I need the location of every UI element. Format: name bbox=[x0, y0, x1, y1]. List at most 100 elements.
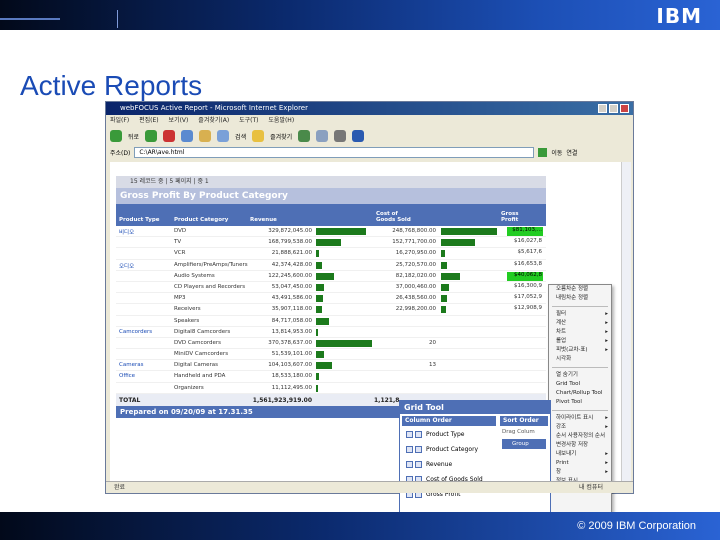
cogs-bar bbox=[441, 306, 447, 314]
group-item[interactable]: Group bbox=[502, 439, 546, 449]
menu-file[interactable]: 파일(F) bbox=[110, 117, 129, 124]
history-icon[interactable] bbox=[298, 130, 311, 142]
links-label[interactable]: 연결 bbox=[566, 148, 577, 157]
report-rows: 비디오 DVD 329,872,045.00 248,768,800.00 $81,10… bbox=[116, 226, 546, 394]
favorites-icon[interactable] bbox=[252, 130, 265, 142]
address-input[interactable]: C:\AR\ave.html bbox=[134, 146, 535, 158]
table-row[interactable]: 오디오 Amplifiers/PreAmps/Tuners 42,374,428.0… bbox=[116, 260, 546, 271]
go-icon[interactable] bbox=[538, 147, 548, 157]
context-menu-item[interactable]: Print bbox=[549, 459, 611, 468]
table-row[interactable]: MP3 43,491,586.00 26,438,560.00 $17,052,9 bbox=[116, 293, 546, 305]
table-row[interactable]: MiniDV Camcorders 51,539,101.00 bbox=[116, 349, 546, 361]
context-menu-item[interactable]: 창 bbox=[549, 468, 611, 477]
context-menu-item[interactable]: 열 숨기기 bbox=[549, 371, 611, 380]
forward-icon[interactable] bbox=[145, 130, 158, 142]
vertical-scrollbar[interactable] bbox=[621, 162, 631, 482]
browser-menu-bar: 파일(F) 편집(E) 보기(V) 즐겨찾기(A) 도구(T) 도움말(H) bbox=[106, 115, 633, 127]
go-button[interactable]: 이동 bbox=[551, 148, 562, 157]
revenue-cell: 13,814,953.00 bbox=[271, 328, 312, 335]
context-menu-item[interactable]: 순서 사용자정의 순서 bbox=[549, 432, 611, 441]
context-menu-item[interactable]: 내보내기 bbox=[549, 450, 611, 459]
table-row[interactable]: Organizers 11,112,495.00 bbox=[116, 383, 546, 394]
search-icon[interactable] bbox=[217, 130, 230, 142]
table-row[interactable]: DVD Camcorders 370,378,637.00 20 bbox=[116, 338, 546, 350]
cogs-cell: 16,270,950.00 bbox=[395, 250, 436, 257]
status-text: 완료 bbox=[114, 484, 126, 491]
browser-title-bar: webFOCUS Active Report - Microsoft Inter… bbox=[106, 102, 633, 115]
menu-tools[interactable]: 도구(T) bbox=[239, 117, 258, 124]
context-menu-item[interactable]: 강조 bbox=[549, 423, 611, 432]
gross-profit-cell: $16,027,8 bbox=[514, 238, 542, 245]
table-row[interactable]: Receivers 35,907,118.00 22,998,200.00 $12,9… bbox=[116, 304, 546, 316]
revenue-cell: 43,491,586.00 bbox=[271, 295, 312, 302]
product-category-cell: MiniDV Camcorders bbox=[174, 351, 229, 358]
gross-profit-cell bbox=[507, 384, 543, 393]
context-menu-item[interactable]: 피벗(교차-표) bbox=[549, 346, 611, 355]
table-row[interactable]: Cameras Digital Cameras 104,103,607.00 13 bbox=[116, 360, 546, 372]
column-header-revenue[interactable]: Revenue bbox=[250, 217, 277, 223]
visibility-checkbox[interactable] bbox=[406, 461, 413, 468]
report-toolbar[interactable]: 15 레코드 중 | 5 페이지 | 중 1 bbox=[116, 176, 546, 188]
grid-column-item[interactable]: Product Type bbox=[404, 429, 496, 440]
context-menu-item[interactable]: 변경사항 저장 bbox=[549, 441, 611, 450]
context-menu-item[interactable]: 필터 bbox=[549, 310, 611, 319]
bluetooth-icon[interactable] bbox=[352, 130, 365, 142]
context-menu-item[interactable]: Pivot Tool bbox=[549, 398, 611, 407]
table-row[interactable]: Speakers 84,717,058.00 bbox=[116, 316, 546, 327]
home-icon[interactable] bbox=[199, 130, 212, 142]
menu-view[interactable]: 보기(V) bbox=[169, 117, 189, 124]
gross-profit-cell bbox=[507, 372, 543, 381]
back-label[interactable]: 뒤로 bbox=[128, 132, 139, 141]
mail-icon[interactable] bbox=[316, 130, 329, 142]
menu-help[interactable]: 도움말(H) bbox=[268, 117, 294, 124]
context-menu-item[interactable]: Chart/Rollup Tool bbox=[549, 389, 611, 398]
column-header-product-category[interactable]: Product Category bbox=[174, 217, 228, 223]
table-row[interactable]: CD Players and Recorders 53,047,450.00 37,… bbox=[116, 282, 546, 294]
product-category-cell: Organizers bbox=[174, 384, 204, 391]
visibility-checkbox[interactable] bbox=[406, 446, 413, 453]
stop-icon[interactable] bbox=[163, 130, 176, 142]
table-row[interactable]: Office Handheld and PDA 18,533,180.00 bbox=[116, 371, 546, 383]
context-menu-item[interactable]: 롤업 bbox=[549, 337, 611, 346]
maximize-button[interactable] bbox=[609, 104, 618, 113]
back-icon[interactable] bbox=[110, 130, 122, 142]
product-category-cell: Receivers bbox=[174, 306, 201, 313]
cogs-cell: 82,182,020.00 bbox=[395, 272, 436, 279]
menu-edit[interactable]: 편집(E) bbox=[139, 117, 159, 124]
menu-favorites[interactable]: 즐겨찾기(A) bbox=[198, 117, 229, 124]
column-header-cogs[interactable]: Cost of Goods Sold bbox=[376, 211, 416, 223]
table-row[interactable]: TV 168,799,538.00 152,771,700.00 $16,027,8 bbox=[116, 237, 546, 249]
context-menu-item[interactable]: 계산 bbox=[549, 319, 611, 328]
grid-column-item[interactable]: Revenue bbox=[404, 459, 496, 470]
revenue-cell: 53,047,450.00 bbox=[271, 283, 312, 290]
context-menu-item[interactable]: 차트 bbox=[549, 328, 611, 337]
report-header-row: Product Type Product Category Revenue Co… bbox=[116, 204, 546, 226]
context-menu-item[interactable]: 오름차순 정렬 bbox=[549, 285, 611, 294]
visibility-checkbox[interactable] bbox=[406, 431, 413, 438]
copyright-text: © 2009 IBM Corporation bbox=[577, 520, 696, 532]
minimize-button[interactable] bbox=[598, 104, 607, 113]
context-menu-item[interactable]: 하이라이트 표시 bbox=[549, 414, 611, 423]
table-row[interactable]: VCR 21,888,621.00 16,270,950.00 $5,617,6 bbox=[116, 248, 546, 260]
cogs-cell: 13 bbox=[429, 362, 436, 369]
table-row[interactable]: Camcorders Digital8 Camcorders 13,814,953.… bbox=[116, 327, 546, 338]
column-header-product-type[interactable]: Product Type bbox=[119, 217, 160, 223]
close-button[interactable] bbox=[620, 104, 629, 113]
product-type-cell: Camcorders bbox=[119, 328, 153, 335]
gross-profit-cell bbox=[507, 317, 543, 326]
grid-column-label: Product Category bbox=[426, 446, 479, 453]
table-row[interactable]: 비디오 DVD 329,872,045.00 248,768,800.00 $81,10… bbox=[116, 226, 546, 238]
grid-column-item[interactable]: Product Category bbox=[404, 444, 496, 455]
context-menu-item[interactable]: 시각화 bbox=[549, 355, 611, 364]
ibm-logo: IBM bbox=[656, 4, 702, 28]
refresh-icon[interactable] bbox=[181, 130, 194, 142]
revenue-cell: 168,799,538.00 bbox=[268, 239, 312, 246]
column-header-gross-profit[interactable]: Gross Profit bbox=[501, 211, 531, 223]
context-menu-item[interactable]: Grid Tool bbox=[549, 380, 611, 389]
browser-title: webFOCUS Active Report - Microsoft Inter… bbox=[120, 104, 308, 112]
search-label[interactable]: 검색 bbox=[235, 132, 246, 141]
table-row[interactable]: Audio Systems 122,245,600.00 82,182,020.00… bbox=[116, 271, 546, 282]
favorites-label[interactable]: 즐겨찾기 bbox=[270, 132, 292, 141]
context-menu-item[interactable]: 내림차순 정렬 bbox=[549, 294, 611, 303]
print-icon[interactable] bbox=[334, 130, 347, 142]
